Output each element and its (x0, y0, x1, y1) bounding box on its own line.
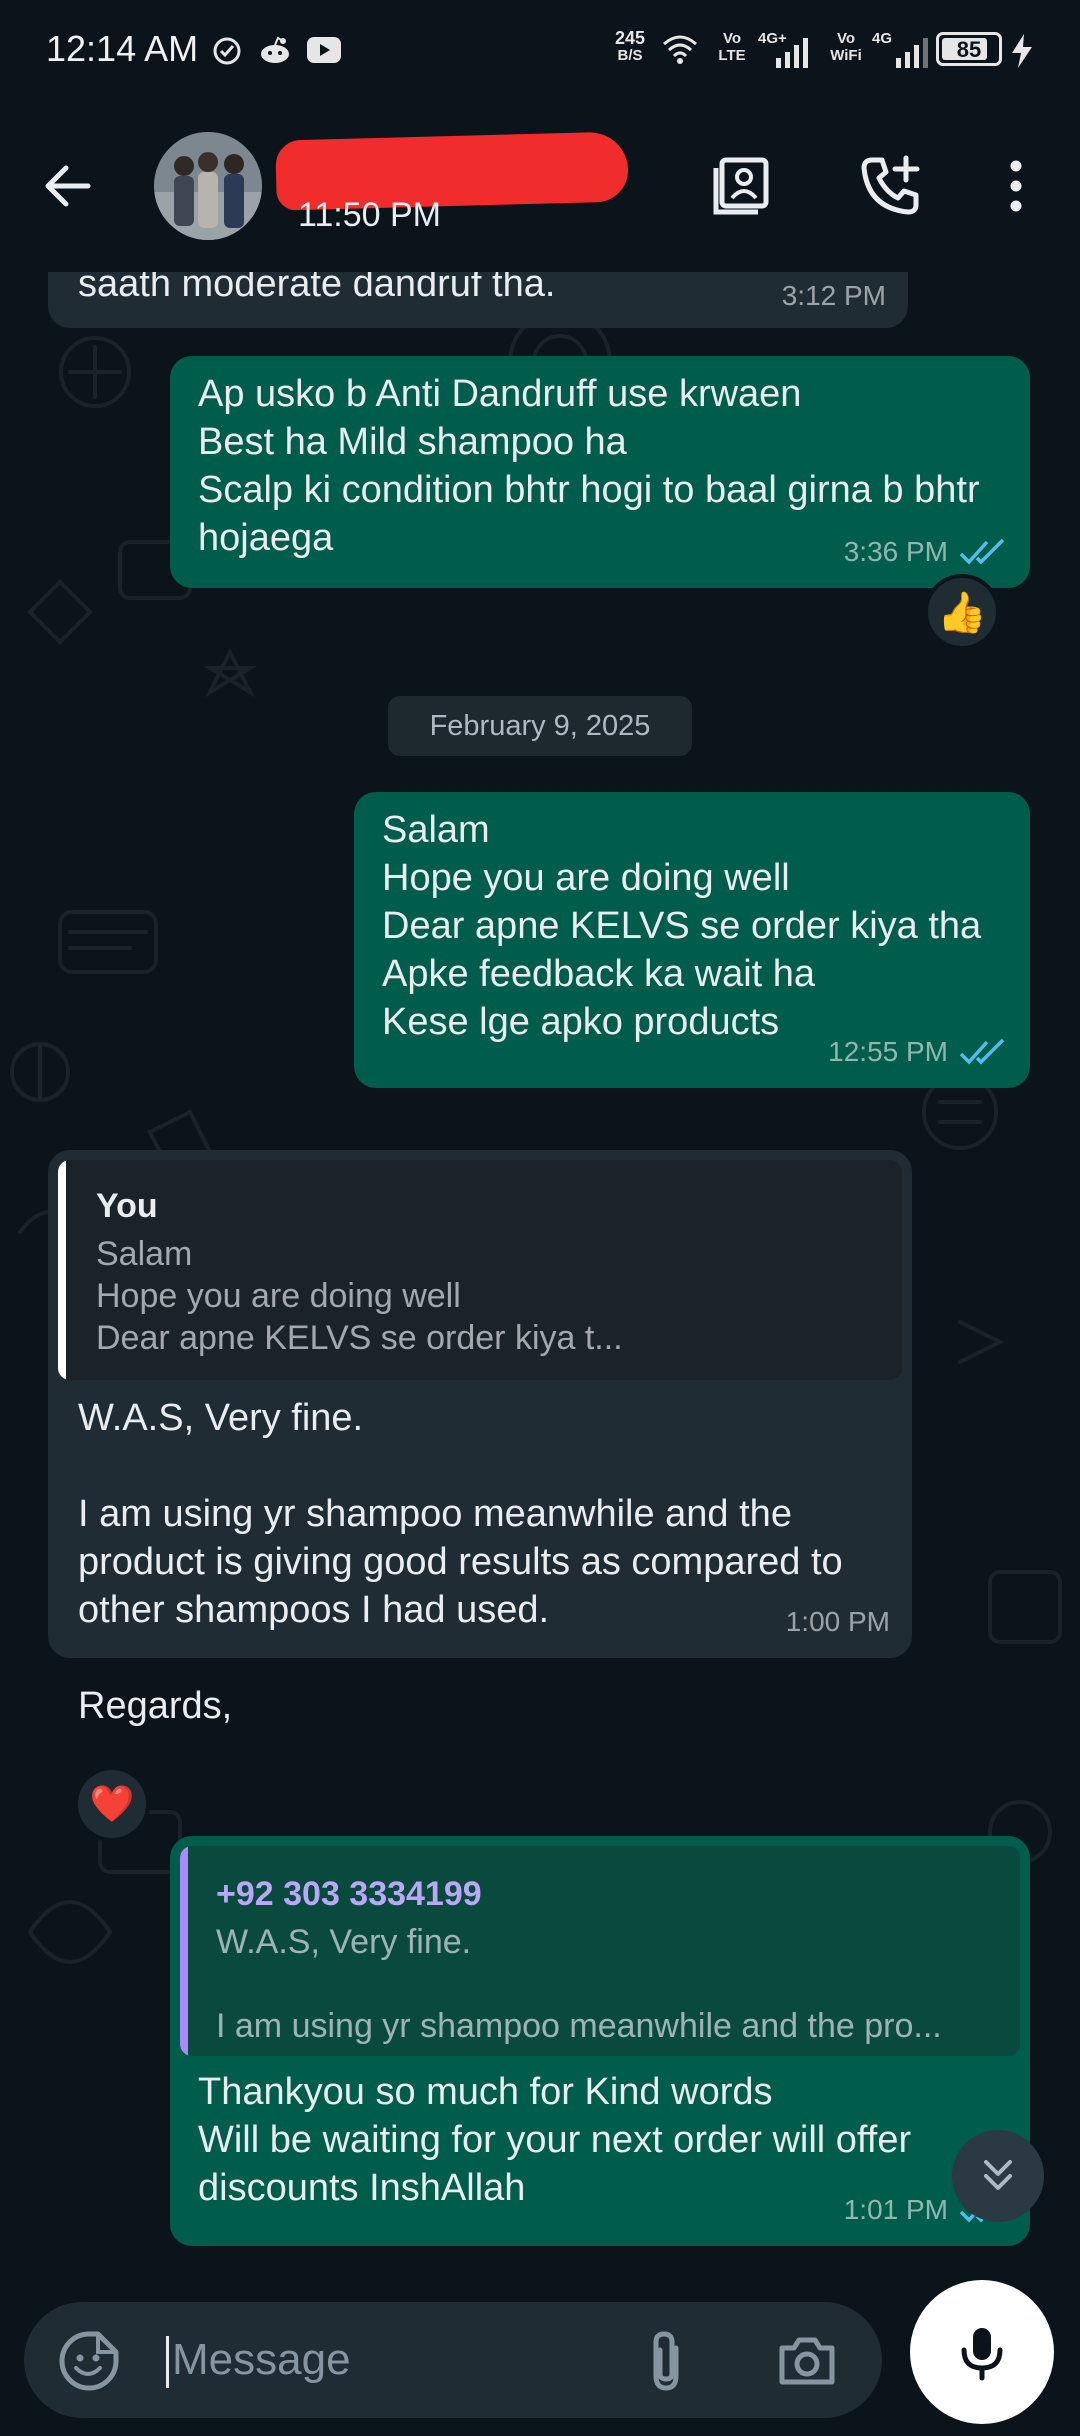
reaction-heart[interactable]: ❤️ (74, 1766, 150, 1842)
sim1-volte: Vo LTE (714, 30, 750, 64)
whatsapp-chat-screen: 12:14 AM 245 B/S Vo LTE 4G+ Vo WiFi 4G 8… (0, 0, 1080, 2436)
read-ticks-icon (959, 538, 1005, 565)
status-bar: 12:14 AM 245 B/S Vo LTE 4G+ Vo WiFi 4G 8… (0, 0, 1080, 100)
quote-line: Dear apne KELVS se order kiya t... (96, 1319, 623, 1357)
sim2-vowifi: Vo WiFi (826, 30, 866, 64)
message-meta: 3:36 PM (844, 528, 1008, 576)
quote-author: You (96, 1187, 158, 1225)
charging-bolt-icon (1012, 34, 1032, 68)
double-chevron-down-icon (984, 2160, 1012, 2190)
message-list[interactable]: saath moderate dandruf tha. 3:12 PM Ap u… (0, 272, 1080, 2282)
message-text: Salam Hope you are doing well Dear apne … (382, 809, 982, 1043)
quoted-message[interactable]: +92 303 3334199 W.A.S, Very fine. I am u… (180, 1846, 1020, 2056)
chat-header: 11:50 PM (0, 100, 1080, 272)
message-incoming-4[interactable]: You Salam Hope you are doing well Dear a… (48, 1150, 912, 1727)
text-cursor (166, 2336, 169, 2388)
quote-bar (58, 1160, 66, 1380)
reaction-thumbs-up[interactable]: 👍 (924, 574, 1000, 650)
message-text: saath moderate dandruf tha. (78, 272, 556, 305)
sim1-label-bottom: LTE (718, 47, 746, 64)
battery-indicator: 85 (936, 32, 1002, 66)
wifi-icon (663, 35, 697, 64)
message-time: 1:01 PM (843, 2194, 948, 2225)
quote-bar (180, 1846, 188, 2056)
message-time: 12:55 PM (828, 1036, 948, 1067)
quote-line: W.A.S, Very fine. (216, 1923, 472, 1961)
voice-record-button[interactable] (910, 2280, 1054, 2424)
quote-line: Hope you are doing well (96, 1277, 461, 1315)
message-time: 1:00 PM (785, 1606, 890, 1637)
youtube-icon (307, 37, 341, 63)
battery-level: 85 (956, 37, 982, 62)
message-text: W.A.S, Very fine. I am using yr shampoo … (78, 1397, 843, 1727)
quote-author: +92 303 3334199 (216, 1875, 482, 1913)
message-time: 3:12 PM (781, 280, 886, 311)
net-speed-unit: B/S (617, 47, 643, 64)
signal-icon (776, 38, 808, 68)
avatar[interactable] (154, 132, 262, 240)
message-input[interactable] (172, 2326, 632, 2394)
net-speed: 245 B/S (610, 28, 650, 64)
quote-line: Salam (96, 1235, 193, 1273)
message-outgoing-2[interactable]: Ap usko b Anti Dandruff use krwaen Best … (170, 356, 1030, 588)
camera-icon[interactable] (774, 2328, 840, 2394)
contact-card-icon[interactable] (708, 150, 780, 222)
message-meta: 12:55 PM (828, 1028, 1008, 1076)
sticker-emoji-icon[interactable] (56, 2328, 122, 2394)
read-ticks-icon (959, 1038, 1005, 1065)
message-meta: 1:00 PM (786, 1598, 890, 1646)
message-time: 3:36 PM (843, 536, 948, 567)
check-circle-icon (213, 37, 241, 65)
date-separator: February 9, 2025 (388, 696, 692, 756)
net-speed-value: 245 (614, 28, 646, 48)
status-time: 12:14 AM (46, 28, 199, 69)
sim2-network: 4G (872, 30, 893, 47)
message-outgoing-5[interactable]: +92 303 3334199 W.A.S, Very fine. I am u… (170, 1836, 1030, 2246)
avatar-photo (154, 132, 262, 240)
last-seen: 11:50 PM (298, 196, 442, 234)
message-input-container[interactable] (24, 2302, 882, 2418)
message-incoming-1[interactable]: saath moderate dandruf tha. 3:12 PM (48, 272, 908, 328)
more-vert-icon[interactable] (980, 150, 1052, 222)
message-meta: 3:12 PM (782, 272, 886, 320)
paperclip-icon[interactable] (636, 2326, 700, 2396)
sim1-label-top: Vo (722, 30, 742, 47)
message-outgoing-3[interactable]: Salam Hope you are doing well Dear apne … (354, 792, 1030, 1088)
quote-line: I am using yr shampoo meanwhile and the … (216, 2007, 942, 2045)
sim2-label-bottom: WiFi (830, 47, 862, 64)
signal-icon-2 (896, 38, 928, 68)
reddit-icon (261, 36, 289, 63)
add-call-icon[interactable] (854, 150, 926, 222)
quoted-message[interactable]: You Salam Hope you are doing well Dear a… (58, 1160, 902, 1380)
sim2-label-top: Vo (836, 30, 856, 47)
back-arrow-icon[interactable] (36, 154, 100, 218)
microphone-icon (961, 2328, 1003, 2381)
scroll-to-bottom-button[interactable] (952, 2130, 1044, 2222)
